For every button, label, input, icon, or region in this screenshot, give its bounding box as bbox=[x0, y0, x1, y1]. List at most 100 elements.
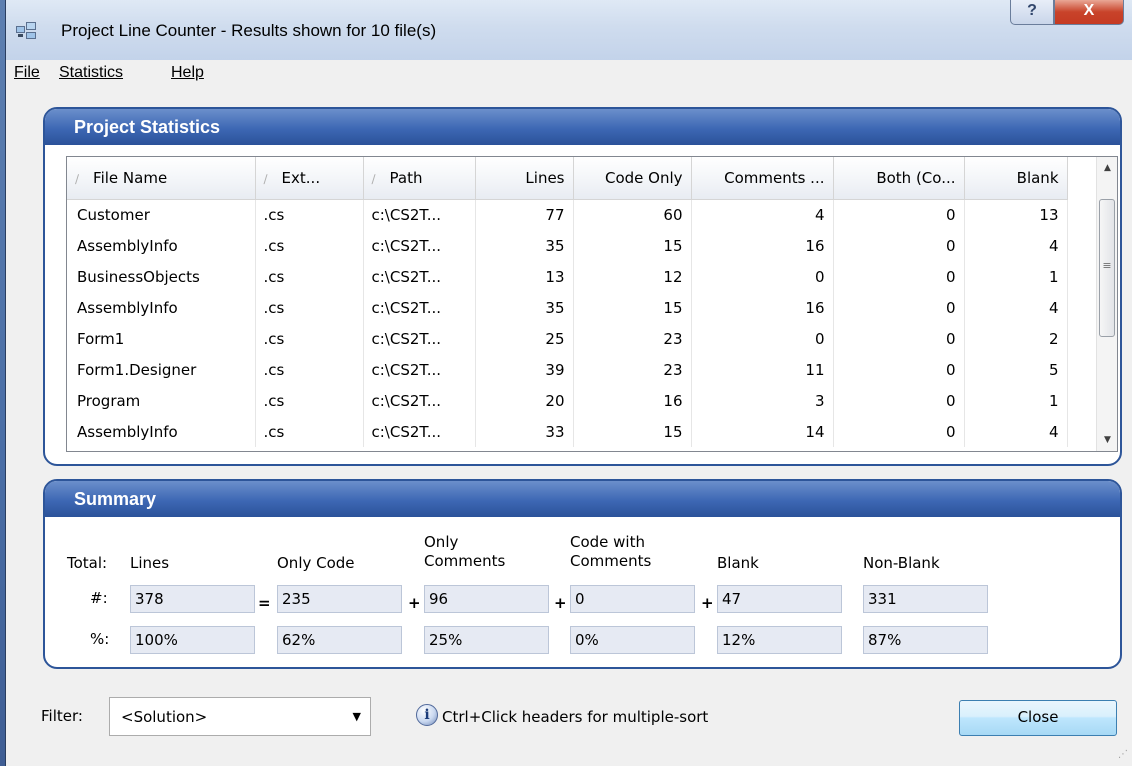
cell-both: 0 bbox=[833, 261, 965, 292]
cell-both: 0 bbox=[833, 323, 965, 354]
percent-row-label: %: bbox=[90, 630, 110, 648]
cell-lines: 35 bbox=[475, 230, 574, 261]
only-comments-header-line2: Comments bbox=[424, 552, 506, 570]
table-row[interactable]: Customer .cs c:\CS2T... 77 60 4 0 13 bbox=[67, 199, 1068, 230]
only-comments-count: 96 bbox=[424, 585, 549, 613]
scroll-thumb[interactable]: ≡ bbox=[1099, 199, 1115, 337]
only-code-percent: 62% bbox=[277, 626, 402, 654]
file-stats-table[interactable]: ∕ File Name ∕ Ext... ∕ Path Lines Code Only… bbox=[66, 156, 1118, 452]
window-close-button[interactable]: X bbox=[1054, 0, 1124, 25]
cell-path: c:\CS2T... bbox=[363, 323, 476, 354]
cell-both: 0 bbox=[833, 416, 965, 447]
cell-lines: 13 bbox=[475, 261, 574, 292]
chevron-down-icon[interactable]: ▼ bbox=[353, 710, 361, 723]
sort-hint-text: Ctrl+Click headers for multiple-sort bbox=[442, 708, 709, 726]
code-with-comments-count: 0 bbox=[570, 585, 695, 613]
column-header-lines[interactable]: Lines bbox=[475, 157, 574, 200]
filter-dropdown[interactable]: <Solution> ▼ bbox=[109, 697, 371, 736]
dialog-window: Project Line Counter - Results shown for… bbox=[5, 0, 1132, 766]
cell-comments: 0 bbox=[691, 323, 834, 354]
cell-path: c:\CS2T... bbox=[363, 354, 476, 385]
cell-code-only: 12 bbox=[573, 261, 692, 292]
cell-path: c:\CS2T... bbox=[363, 385, 476, 416]
column-header-code-only[interactable]: Code Only bbox=[573, 157, 692, 200]
cell-blank: 13 bbox=[964, 199, 1068, 230]
table-row[interactable]: BusinessObjects .cs c:\CS2T... 13 12 0 0 1 bbox=[67, 261, 1068, 292]
blank-header: Blank bbox=[717, 554, 759, 572]
scroll-down-arrow-icon[interactable]: ▼ bbox=[1097, 429, 1117, 451]
cell-lines: 77 bbox=[475, 199, 574, 230]
total-label: Total: bbox=[67, 554, 108, 572]
count-row-label: #: bbox=[90, 589, 108, 607]
cell-file-name: BusinessObjects bbox=[67, 261, 256, 292]
help-icon: ? bbox=[1027, 2, 1037, 19]
cell-code-only: 15 bbox=[573, 230, 692, 261]
cell-comments: 11 bbox=[691, 354, 834, 385]
plus-sign: + bbox=[701, 594, 714, 612]
filter-label: Filter: bbox=[41, 707, 83, 725]
cell-both: 0 bbox=[833, 354, 965, 385]
cell-file-name: AssemblyInfo bbox=[67, 416, 256, 447]
menu-file[interactable]: File bbox=[14, 64, 40, 82]
vertical-scrollbar[interactable]: ▲ ≡ ▼ bbox=[1096, 157, 1117, 451]
cell-extension: .cs bbox=[255, 230, 364, 261]
column-header-extension[interactable]: ∕ Ext... bbox=[255, 157, 364, 200]
table-row[interactable]: Program .cs c:\CS2T... 20 16 3 0 1 bbox=[67, 385, 1068, 416]
cell-file-name: Customer bbox=[67, 199, 256, 230]
cell-blank: 4 bbox=[964, 230, 1068, 261]
sort-icon: ∕ bbox=[263, 171, 268, 186]
cell-comments: 3 bbox=[691, 385, 834, 416]
column-header-path[interactable]: ∕ Path bbox=[363, 157, 476, 200]
cell-code-only: 60 bbox=[573, 199, 692, 230]
cell-file-name: Program bbox=[67, 385, 256, 416]
close-button[interactable]: Close bbox=[959, 700, 1117, 736]
code-with-comments-percent: 0% bbox=[570, 626, 695, 654]
table-row[interactable]: Form1.Designer .cs c:\CS2T... 39 23 11 0 5 bbox=[67, 354, 1068, 385]
cell-extension: .cs bbox=[255, 416, 364, 447]
cell-extension: .cs bbox=[255, 261, 364, 292]
column-header-both[interactable]: Both (Co... bbox=[833, 157, 965, 200]
column-header-comments[interactable]: Comments ... bbox=[691, 157, 834, 200]
cell-blank: 4 bbox=[964, 416, 1068, 447]
non-blank-count: 331 bbox=[863, 585, 988, 613]
column-header-blank[interactable]: Blank bbox=[964, 157, 1068, 200]
help-button[interactable]: ? bbox=[1010, 0, 1054, 25]
info-icon: i bbox=[416, 704, 438, 726]
plus-sign: + bbox=[554, 594, 567, 612]
code-with-comments-header-line1: Code with bbox=[570, 533, 645, 551]
cell-comments: 4 bbox=[691, 199, 834, 230]
sort-icon: ∕ bbox=[75, 171, 80, 186]
table-row[interactable]: AssemblyInfo .cs c:\CS2T... 35 15 16 0 4 bbox=[67, 230, 1068, 261]
table-row[interactable]: AssemblyInfo .cs c:\CS2T... 35 15 16 0 4 bbox=[67, 292, 1068, 323]
summary-heading: Summary bbox=[45, 481, 1120, 517]
table-header-row: ∕ File Name ∕ Ext... ∕ Path Lines Code Only… bbox=[67, 157, 1068, 200]
resize-grip-icon[interactable]: ⋰ bbox=[1118, 749, 1128, 760]
scroll-up-arrow-icon[interactable]: ▲ bbox=[1097, 157, 1117, 179]
cell-comments: 0 bbox=[691, 261, 834, 292]
only-code-header: Only Code bbox=[277, 554, 355, 572]
app-icon bbox=[16, 22, 36, 39]
title-bar[interactable]: Project Line Counter - Results shown for… bbox=[6, 0, 1132, 60]
cell-extension: .cs bbox=[255, 199, 364, 230]
cell-blank: 4 bbox=[964, 292, 1068, 323]
summary-panel: Summary Total: Lines Only Code Only Comm… bbox=[43, 479, 1122, 669]
menu-statistics[interactable]: Statistics bbox=[59, 64, 123, 82]
cell-both: 0 bbox=[833, 385, 965, 416]
cell-file-name: AssemblyInfo bbox=[67, 230, 256, 261]
code-with-comments-header-line2: Comments bbox=[570, 552, 652, 570]
table-row[interactable]: AssemblyInfo .cs c:\CS2T... 33 15 14 0 4 bbox=[67, 416, 1068, 447]
table-row[interactable]: Form1 .cs c:\CS2T... 25 23 0 0 2 bbox=[67, 323, 1068, 354]
menu-help[interactable]: Help bbox=[171, 64, 204, 82]
cell-path: c:\CS2T... bbox=[363, 416, 476, 447]
cell-path: c:\CS2T... bbox=[363, 199, 476, 230]
window-title: Project Line Counter - Results shown for… bbox=[61, 21, 437, 40]
cell-path: c:\CS2T... bbox=[363, 292, 476, 323]
blank-count: 47 bbox=[717, 585, 842, 613]
cell-lines: 20 bbox=[475, 385, 574, 416]
cell-comments: 16 bbox=[691, 230, 834, 261]
lines-header: Lines bbox=[130, 554, 170, 572]
column-header-file-name[interactable]: ∕ File Name bbox=[67, 157, 256, 200]
cell-blank: 5 bbox=[964, 354, 1068, 385]
scroll-grip-icon: ≡ bbox=[1102, 259, 1112, 272]
cell-lines: 25 bbox=[475, 323, 574, 354]
